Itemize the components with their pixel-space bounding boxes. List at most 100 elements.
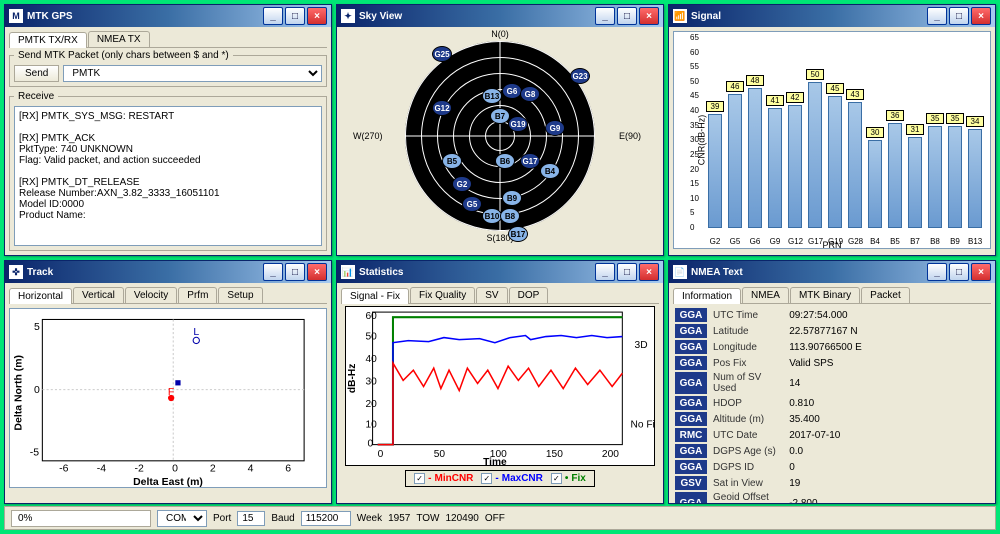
tab-nmea[interactable]: NMEA [742,287,789,303]
close-button[interactable]: × [639,263,659,281]
tab-dop[interactable]: DOP [509,287,549,303]
ytick-50: 50 [690,77,699,86]
svg-text:3D: 3D [635,340,648,351]
stats-icon: 📊 [341,265,355,279]
close-button[interactable]: × [971,263,991,281]
bar-G19 [828,96,842,228]
tab-vertical[interactable]: Vertical [73,287,124,303]
status-bar: 0% COM Port Baud Week 1957 TOW 120490 OF… [4,506,996,530]
bar-prn-G28: G28 [848,237,862,246]
maximize-button[interactable]: □ [617,263,637,281]
stats-window: 📊 Statistics _ □ × Signal - Fix Fix Qual… [336,260,664,504]
track-titlebar[interactable]: ✜ Track _ □ × [5,261,331,283]
nmea-row[interactable]: GGAUTC Time09:27:54.000 [675,308,989,322]
maximize-button[interactable]: □ [617,7,637,25]
close-button[interactable]: × [971,7,991,25]
tab-pmtk[interactable]: PMTK TX/RX [9,32,87,48]
nmea-titlebar[interactable]: 📄 NMEA Text _ □ × [669,261,995,283]
mtk-titlebar[interactable]: M MTK GPS _ □ × [5,5,331,27]
checkbox-fix[interactable]: ✓ [551,473,562,484]
nmea-src: GGA [675,396,707,410]
nmea-row[interactable]: GGALatitude22.57877167 N [675,324,989,338]
nmea-row[interactable]: GSVSat in View19 [675,476,989,490]
bar-label-B5: 36 [886,110,904,121]
close-button[interactable]: × [639,7,659,25]
signal-icon: 📶 [673,9,687,23]
svg-text:4: 4 [248,463,254,474]
nmea-row[interactable]: GGAAltitude (m)35.400 [675,412,989,426]
nmea-row[interactable]: GGAGeoid Offset (m)-2.800 [675,492,989,503]
tab-packet[interactable]: Packet [861,287,910,303]
receive-log[interactable]: [RX] PMTK_SYS_MSG: RESTART [RX] PMTK_ACK… [14,106,322,246]
mtk-title: MTK GPS [27,11,263,22]
bar-label-B8: 35 [926,113,944,124]
nmea-row[interactable]: GGAPos FixValid SPS [675,356,989,370]
minimize-button[interactable]: _ [927,7,947,25]
ytick-65: 65 [690,33,699,42]
nmea-row[interactable]: GGADGPS Age (s)0.0 [675,444,989,458]
ytick-20: 20 [690,165,699,174]
nmea-row[interactable]: GGADGPS ID0 [675,460,989,474]
send-group: Send MTK Packet (only chars between $ an… [9,50,327,87]
port-input[interactable] [237,511,265,526]
stats-titlebar[interactable]: 📊 Statistics _ □ × [337,261,663,283]
nmea-src: GGA [675,492,707,503]
tab-sv[interactable]: SV [476,287,507,303]
nmea-val: 0.0 [785,444,989,458]
sat-G23: G23 [570,68,590,84]
minimize-button[interactable]: _ [263,263,283,281]
nmea-key: Altitude (m) [709,412,783,426]
baud-label: Baud [271,513,294,524]
text-icon: 📄 [673,265,687,279]
tab-signalfix[interactable]: Signal - Fix [341,288,409,304]
track-tabs: Horizontal Vertical Velocity Prfm Setup [9,287,327,304]
tab-information[interactable]: Information [673,288,741,304]
signal-titlebar[interactable]: 📶 Signal _ □ × [669,5,995,27]
checkbox-mincnr[interactable]: ✓ [414,473,425,484]
nmea-row[interactable]: GGAHDOP0.810 [675,396,989,410]
svg-text:2: 2 [210,463,216,474]
svg-text:F: F [168,387,174,398]
tab-fixquality[interactable]: Fix Quality [410,287,475,303]
checkbox-maxcnr[interactable]: ✓ [481,473,492,484]
ytick-10: 10 [690,194,699,203]
status-pct: 0% [11,510,151,527]
nmea-val: 0.810 [785,396,989,410]
com-select[interactable]: COM [157,510,207,527]
maximize-button[interactable]: □ [949,7,969,25]
minimize-button[interactable]: _ [927,263,947,281]
minimize-button[interactable]: _ [595,263,615,281]
sky-titlebar[interactable]: ✦ Sky View _ □ × [337,5,663,27]
nmea-key: HDOP [709,396,783,410]
nmea-row[interactable]: GGALongitude113.90766500 E [675,340,989,354]
nmea-src: GGA [675,372,707,394]
pmtk-select[interactable]: PMTK [63,65,322,82]
minimize-button[interactable]: _ [263,7,283,25]
sat-B6: B6 [495,153,515,169]
nmea-val: 14 [785,372,989,394]
svg-text:0: 0 [378,449,384,460]
maximize-button[interactable]: □ [949,263,969,281]
tab-mtkbinary[interactable]: MTK Binary [790,287,860,303]
nmea-src: GGA [675,308,707,322]
tab-horizontal[interactable]: Horizontal [9,288,72,304]
nmea-row[interactable]: RMCUTC Date2017-07-10 [675,428,989,442]
nmea-key: DGPS ID [709,460,783,474]
nmea-key: UTC Date [709,428,783,442]
tab-nmea-tx[interactable]: NMEA TX [88,31,150,47]
bar-prn-G6: G6 [748,237,762,246]
send-button[interactable]: Send [14,65,59,82]
baud-input[interactable] [301,511,351,526]
tab-prfm[interactable]: Prfm [178,287,217,303]
maximize-button[interactable]: □ [285,263,305,281]
close-button[interactable]: × [307,263,327,281]
nmea-row[interactable]: GGANum of SV Used14 [675,372,989,394]
sat-B17: B17 [508,226,528,242]
stats-tabs: Signal - Fix Fix Quality SV DOP [341,287,659,304]
minimize-button[interactable]: _ [595,7,615,25]
bar-prn-G17: G17 [808,237,822,246]
tab-setup[interactable]: Setup [218,287,262,303]
tab-velocity[interactable]: Velocity [125,287,177,303]
close-button[interactable]: × [307,7,327,25]
maximize-button[interactable]: □ [285,7,305,25]
